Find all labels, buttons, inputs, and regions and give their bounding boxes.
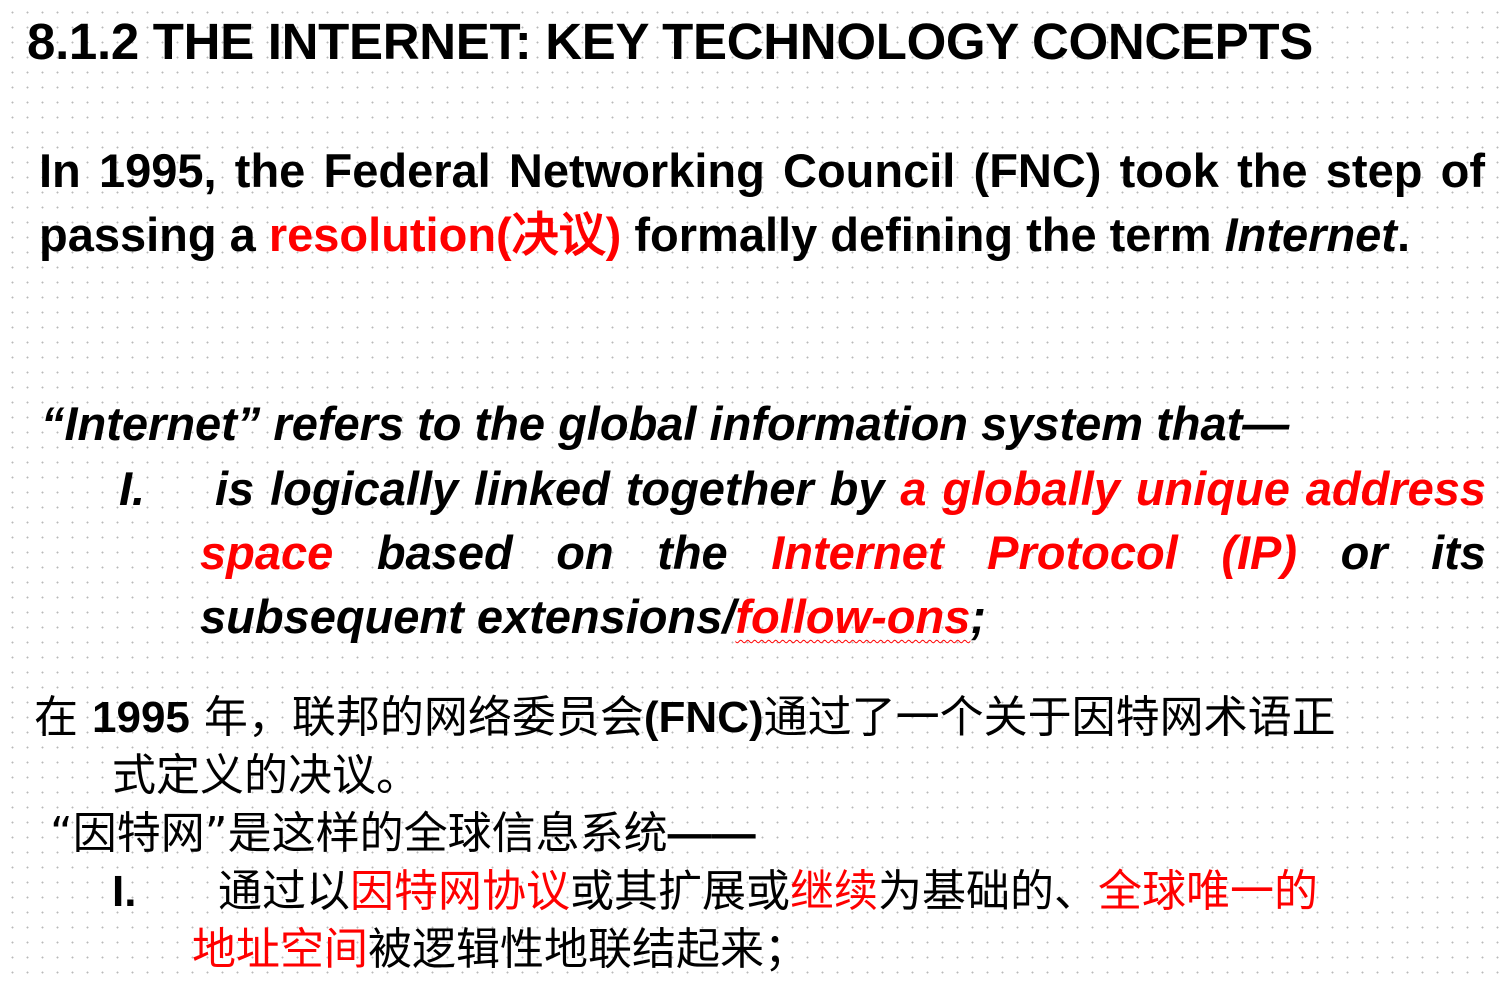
slide-title: 8.1.2 THE INTERNET: KEY TECHNOLOGY CONCE… [27, 13, 1313, 70]
intro-text-end: . [1396, 208, 1411, 261]
definition-item-end: ; [970, 590, 987, 643]
definition-item-marker: I. [119, 462, 146, 515]
cn-internet-protocol-highlight: 因特网协议 [350, 866, 570, 917]
cn-address-space-highlight: 地址空间 [192, 924, 368, 975]
definition-lead: “Internet” refers to the global informat… [41, 397, 1290, 450]
definition-item-part1: is logically linked together by [215, 462, 901, 515]
cn-line1-a: 在 [34, 692, 92, 743]
cn-dash: —— [667, 809, 756, 858]
chinese-line-3: “因特网”是这样的全球信息系统—— [50, 804, 756, 864]
cn-year: 1995 [92, 693, 190, 742]
cn-item-b: 或其扩展或 [570, 866, 790, 917]
cn-line1-b: 年，联邦的网络委员会 [189, 692, 644, 743]
cn-continuation-highlight: 继续 [790, 866, 878, 917]
cn-item-c: 为基础的、 [878, 866, 1098, 917]
resolution-highlight: resolution(决议) [268, 208, 622, 261]
cn-item-d: 被逻辑性地联结起来； [368, 924, 808, 975]
internet-term: Internet [1224, 208, 1397, 261]
chinese-line-1: 在 1995 年，联邦的网络委员会(FNC)通过了一个关于因特网术语正 [34, 688, 1336, 748]
cn-globally-unique-highlight: 全球唯一的 [1098, 866, 1318, 917]
chinese-item-line-2: 地址空间被逻辑性地联结起来； [192, 920, 808, 980]
definition-item-part2: based on the [333, 526, 772, 579]
intro-text-middle: formally defining the term [621, 208, 1225, 261]
definition-item: is logically linked together by a global… [200, 457, 1486, 649]
chinese-item-line-1: 通过以因特网协议或其扩展或继续为基础的、全球唯一的 [218, 862, 1318, 922]
internet-protocol-highlight: Internet Protocol (IP) [771, 526, 1298, 579]
intro-paragraph: In 1995, the Federal Networking Council … [39, 139, 1485, 267]
chinese-line-2: 式定义的决议。 [112, 750, 420, 801]
cn-line3-a: “因特网”是这样的全球信息系统 [50, 808, 668, 859]
follow-ons-highlight: follow-ons [735, 590, 971, 643]
cn-line1-c: 通过了一个关于因特网术语正 [763, 692, 1336, 743]
chinese-item-marker: I. [112, 867, 137, 916]
cn-fnc: (FNC) [643, 693, 764, 742]
cn-item-a: 通过以 [218, 866, 350, 917]
